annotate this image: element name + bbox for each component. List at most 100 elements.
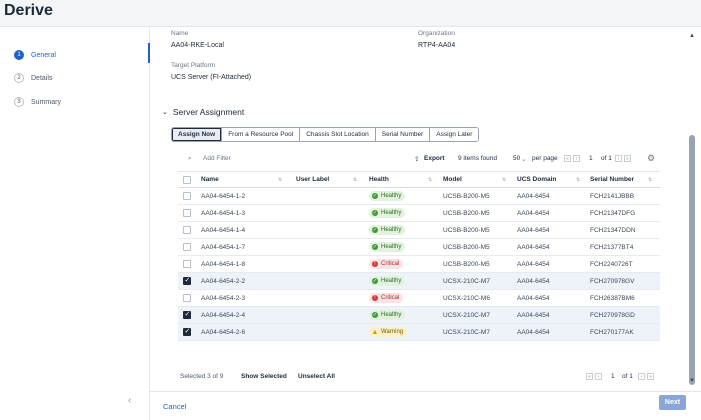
unselect-all-button[interactable]: Unselect All bbox=[298, 373, 335, 380]
name-label: Name bbox=[171, 30, 189, 37]
wizard-panel: 1 General 2 Details 3 Summary ‹ Name AA0… bbox=[0, 26, 701, 420]
row-checkbox[interactable] bbox=[183, 260, 191, 268]
health-label: Critical bbox=[381, 295, 400, 301]
step-details[interactable]: 2 Details bbox=[14, 72, 52, 84]
server-name: AA04-6454-2-4 bbox=[201, 311, 246, 319]
chevron-down-icon: ⌄ bbox=[521, 156, 527, 163]
show-selected-button[interactable]: Show Selected bbox=[241, 373, 287, 380]
tab-assign-now[interactable]: Assign Now bbox=[172, 128, 223, 141]
table-body: AA04-6454-1-2 ✓ Healthy UCSB-B200-M5 AA04-64… bbox=[178, 188, 660, 341]
next-button[interactable]: Next bbox=[659, 395, 686, 410]
row-checkbox[interactable] bbox=[183, 276, 191, 285]
of-pages-label: of 1 bbox=[622, 373, 633, 380]
ucs-domain: AA04-6454 bbox=[517, 328, 550, 336]
select-all-checkbox[interactable] bbox=[183, 175, 191, 184]
target-platform-value: UCS Server (FI-Attached) bbox=[171, 74, 252, 81]
column-health[interactable]: Health bbox=[369, 176, 389, 183]
filter-input[interactable]: Add Filter bbox=[203, 155, 231, 162]
table-row[interactable]: AA04-6454-2-6 ▲Warning UCSX-210C-M7 AA04-64… bbox=[178, 324, 660, 341]
ucs-domain: AA04-6454 bbox=[517, 260, 550, 268]
per-page-label: per page bbox=[532, 155, 558, 162]
table-row[interactable]: AA04-6454-1-8! Critical UCSB-B200-M5 AA04-6… bbox=[178, 256, 660, 273]
table-row[interactable]: AA04-6454-2-4 ✓Healthy UCSX-210C-M7 AA04-64… bbox=[178, 307, 660, 324]
table-row[interactable]: AA04-6454-1-7 ✓ Healthy UCSB-B200-M5 AA04-64… bbox=[178, 239, 660, 256]
scroll-down-icon[interactable]: ▼ bbox=[689, 378, 695, 384]
row-checkbox[interactable] bbox=[183, 209, 191, 217]
row-checkbox[interactable] bbox=[183, 310, 191, 319]
tab-chassis-slot-location[interactable]: Chassis Slot Location bbox=[300, 128, 376, 141]
column-serial-number[interactable]: Serial Number bbox=[590, 176, 634, 183]
row-checkbox[interactable] bbox=[183, 226, 191, 234]
table-row[interactable]: AA04-6454-1-3 ✓ Healthy UCSB-B200-M5 AA04-64… bbox=[178, 205, 660, 222]
table-row[interactable]: AA04-6454-2-3! Critical UCSX-210C-M6 AA04-6… bbox=[178, 290, 660, 307]
server-model: UCSX-210C-M6 bbox=[443, 294, 490, 302]
server-model: UCSB-B200-M5 bbox=[443, 260, 490, 268]
step-label: General bbox=[31, 51, 56, 59]
health-badge: ✓ Healthy bbox=[369, 191, 406, 201]
column-ucs-domain[interactable]: UCS Domain bbox=[517, 176, 556, 183]
sort-icon[interactable]: ⇅ bbox=[353, 177, 357, 183]
table-row[interactable]: AA04-6454-2-2 ✓Healthy UCSX-210C-M7 AA04-64… bbox=[178, 273, 660, 290]
of-pages-label: of 1 bbox=[601, 155, 612, 162]
step-summary[interactable]: 3 Summary bbox=[14, 96, 61, 108]
sort-icon[interactable]: ⇅ bbox=[576, 177, 580, 183]
scroll-up-icon[interactable]: ▲ bbox=[689, 33, 695, 39]
server-model: UCSX-210C-M7 bbox=[443, 328, 490, 336]
server-name: AA04-6454-2-3 bbox=[201, 294, 246, 302]
row-checkbox[interactable] bbox=[183, 327, 191, 336]
sort-icon[interactable]: ⇅ bbox=[428, 177, 432, 183]
sort-icon[interactable]: ⇅ bbox=[278, 177, 282, 183]
server-model: UCSX-210C-M7 bbox=[443, 311, 490, 319]
row-checkbox[interactable] bbox=[183, 294, 191, 302]
tab-serial-number[interactable]: Serial Number bbox=[375, 128, 431, 141]
step-number: 1 bbox=[14, 50, 24, 60]
server-name: AA04-6454-1-2 bbox=[201, 192, 246, 200]
critical-icon: ! bbox=[372, 295, 378, 301]
collapse-sidebar-icon[interactable]: ‹ bbox=[128, 395, 131, 406]
sort-icon[interactable]: ⇅ bbox=[502, 177, 506, 183]
healthy-icon: ✓ bbox=[372, 210, 378, 216]
table-row[interactable]: AA04-6454-1-4 ✓ Healthy UCSB-B200-M5 AA04-64… bbox=[178, 222, 660, 239]
server-name: AA04-6454-1-8 bbox=[201, 260, 246, 268]
page-size-select[interactable]: 50 bbox=[513, 155, 520, 162]
scrollbar-thumb[interactable] bbox=[689, 135, 695, 385]
chevron-down-icon: ⌄ bbox=[162, 109, 168, 116]
health-label: Warning bbox=[381, 329, 404, 335]
column-model[interactable]: Model bbox=[443, 176, 462, 183]
health-badge: ✓ Healthy bbox=[369, 276, 406, 286]
row-checkbox[interactable] bbox=[183, 243, 191, 251]
health-label: Healthy bbox=[381, 244, 402, 250]
cancel-button[interactable]: Cancel bbox=[163, 402, 186, 411]
server-name: AA04-6454-1-3 bbox=[201, 209, 246, 217]
page-number-input[interactable]: 1 bbox=[589, 155, 593, 162]
vertical-scrollbar[interactable]: ▲ ▼ bbox=[689, 33, 695, 385]
health-badge: ! Critical bbox=[369, 293, 404, 303]
server-model: UCSB-B200-M5 bbox=[443, 192, 490, 200]
page-number-input[interactable]: 1 bbox=[611, 373, 615, 380]
table-row[interactable]: AA04-6454-1-2 ✓ Healthy UCSB-B200-M5 AA04-64… bbox=[178, 188, 660, 205]
step-general[interactable]: 1 General bbox=[14, 49, 56, 61]
healthy-icon: ✓ bbox=[372, 193, 378, 199]
settings-icon[interactable]: ⚙ bbox=[647, 153, 655, 164]
ucs-domain: AA04-6454 bbox=[517, 209, 550, 217]
server-assignment-header[interactable]: ⌄ Server Assignment bbox=[162, 107, 244, 117]
main-content: Name AA04-RKE-Local Organization RTP4-AA… bbox=[150, 27, 701, 391]
sort-icon[interactable]: ⇅ bbox=[648, 177, 652, 183]
health-label: Healthy bbox=[381, 278, 402, 284]
health-label: Healthy bbox=[381, 210, 402, 216]
ucs-domain: AA04-6454 bbox=[517, 192, 550, 200]
row-checkbox[interactable] bbox=[183, 192, 191, 200]
step-number: 3 bbox=[14, 97, 24, 107]
column-user-label[interactable]: User Label bbox=[296, 176, 329, 183]
column-name[interactable]: Name bbox=[201, 176, 219, 183]
serial-number: FCH26387BM6 bbox=[590, 294, 635, 302]
tab-assign-later[interactable]: Assign Later bbox=[430, 128, 479, 141]
serial-number: FCH2240726T bbox=[590, 260, 633, 268]
tab-from-resource-pool[interactable]: From a Resource Pool bbox=[222, 128, 301, 141]
warning-icon: ▲ bbox=[371, 328, 379, 336]
servers-table: Name ⇅ User Label ⇅ Health ⇅ Model ⇅ UCS… bbox=[178, 171, 660, 341]
section-title: Server Assignment bbox=[172, 107, 245, 117]
export-button[interactable]: Export bbox=[424, 155, 445, 162]
health-badge: ✓ Healthy bbox=[369, 242, 406, 252]
serial-number: FCH270177AK bbox=[590, 328, 634, 336]
